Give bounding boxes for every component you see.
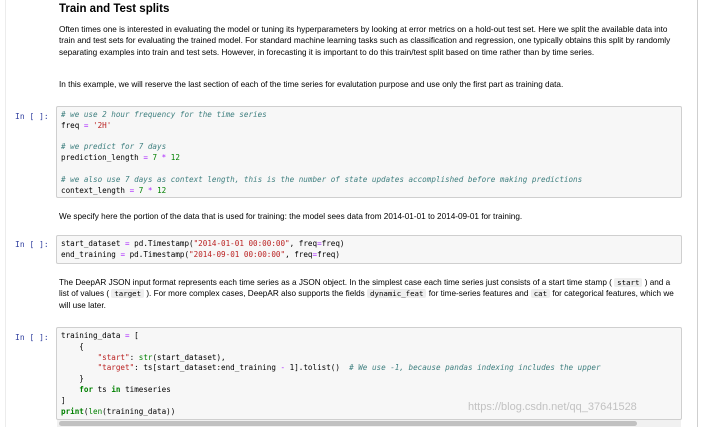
code-token: timeseries — [125, 384, 171, 394]
code-token: prediction_length — [61, 153, 139, 163]
code-number: 7 — [152, 153, 158, 163]
code-token: (training_data)) — [102, 406, 176, 416]
code-operator: * — [161, 153, 167, 163]
inline-code-target: target — [111, 289, 145, 299]
code-token: (start_dataset), — [152, 352, 226, 362]
code-builtin: print — [61, 406, 84, 416]
code-string: "2014-01-01 00:00:00" — [193, 239, 290, 248]
code-token: pd.Timestamp( — [129, 249, 190, 259]
code-token: ts — [97, 384, 107, 394]
cell-prompt: In [ ]: — [15, 333, 49, 342]
notebook-left-border — [5, 0, 6, 427]
code-token: freq) — [321, 239, 345, 248]
cell-prompt: In [ ]: — [15, 240, 49, 249]
code-operator: = — [125, 331, 130, 340]
code-token: freq — [61, 120, 80, 130]
scrollbar-thumb[interactable] — [59, 421, 637, 426]
markdown-paragraph-training-range: We specify here the portion of the data … — [59, 212, 523, 221]
code-comment: # we also use 7 days as context length, … — [61, 174, 583, 184]
code-string: "target" — [97, 363, 135, 373]
code-keyword: for — [79, 384, 94, 394]
code-string: "2014-09-01 00:00:00" — [189, 249, 286, 259]
code-number: 7 — [138, 185, 144, 195]
markdown-paragraph-deepar-format: The DeepAR JSON input format represents … — [59, 277, 681, 311]
inline-code-start: start — [614, 278, 643, 287]
code-operator: = — [83, 120, 89, 130]
code-operator: - — [280, 363, 286, 373]
watermark-text: https://blog.csdn.net/qq_37641528 — [468, 401, 637, 413]
code-token: , freq — [289, 239, 318, 248]
section-title: Train and Test splits — [59, 3, 170, 15]
inline-code-cat: cat — [530, 289, 551, 299]
paragraph-text: for time-series features and — [428, 289, 529, 299]
code-token: context_length — [61, 185, 126, 195]
code-operator: = — [125, 239, 130, 248]
code-comment: # we predict for 7 days — [61, 142, 167, 152]
code-builtin: len — [88, 406, 103, 416]
code-token: start_dataset — [61, 239, 121, 248]
code-keyword: in — [111, 384, 121, 394]
code-string: "start" — [97, 352, 130, 362]
code-token: , freq — [285, 249, 313, 259]
markdown-paragraph-reserve: In this example, we will reserve the las… — [59, 80, 564, 89]
code-token: end_training — [61, 249, 116, 259]
code-token: [ — [134, 331, 139, 340]
code-token: freq) — [317, 249, 340, 259]
paragraph-text: ). For more complex cases, DeepAR also s… — [146, 289, 365, 299]
code-operator: = — [143, 153, 148, 163]
code-builtin: str — [138, 352, 153, 362]
code-token: ts[start_dataset:end_training — [143, 363, 276, 373]
code-cell-timestamps[interactable]: start_dataset = pd.Timestamp("2014-01-01… — [56, 235, 682, 264]
markdown-paragraph-intro: Often times one is interested in evaluat… — [59, 25, 671, 57]
code-token: 1].tolist() — [289, 363, 340, 373]
code-string: '2H' — [93, 120, 112, 130]
cell-prompt: In [ ]: — [15, 112, 49, 121]
code-operator: = — [120, 249, 126, 259]
paragraph-text: The DeepAR JSON input format represents … — [59, 278, 612, 287]
code-operator: = — [129, 185, 135, 195]
code-number: 12 — [157, 185, 167, 195]
code-operator: * — [147, 185, 153, 195]
notebook-right-border — [697, 0, 698, 427]
code-token: { — [79, 341, 84, 351]
code-token: training_data — [61, 331, 121, 340]
code-number: 12 — [170, 153, 180, 163]
code-comment: # we use 2 hour frequency for the time s… — [61, 110, 267, 119]
code-token: pd.Timestamp( — [134, 239, 194, 248]
horizontal-scrollbar[interactable] — [57, 420, 681, 427]
inline-code-dynamic-feat: dynamic_feat — [367, 289, 427, 299]
code-token: ] — [61, 395, 66, 405]
code-comment: # We use -1, because pandas indexing inc… — [349, 363, 601, 373]
code-token: } — [79, 374, 84, 384]
code-cell-params[interactable]: # we use 2 hour frequency for the time s… — [56, 106, 682, 198]
